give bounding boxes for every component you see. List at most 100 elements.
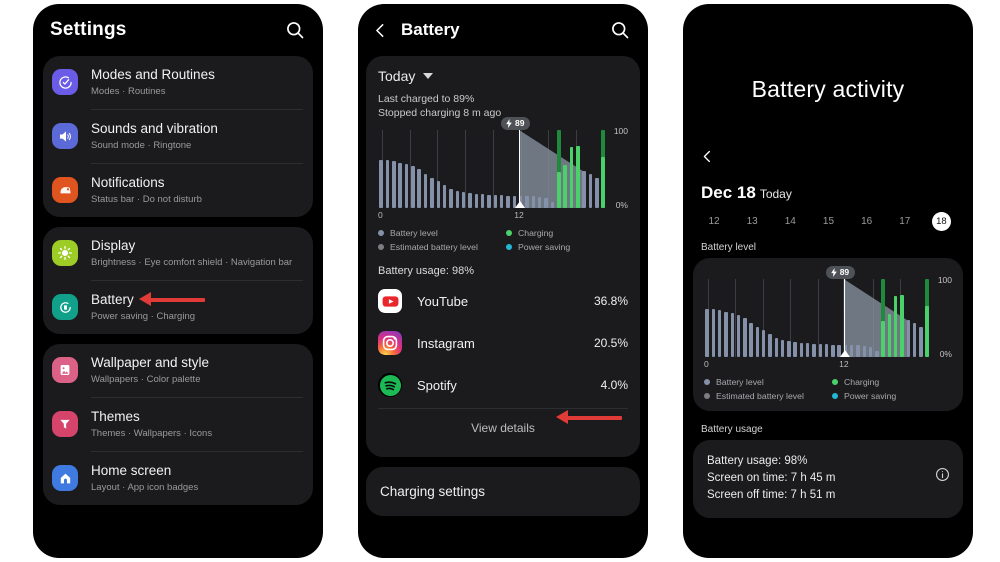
battery-header: Battery <box>358 4 648 56</box>
legend-item-estimated-battery-level: Estimated battery level <box>704 391 832 401</box>
usage-line-screen-on: Screen on time: 7 h 45 m <box>707 472 836 484</box>
chart-bar-battery-level <box>862 346 866 357</box>
x-axis-label-12: 12 <box>514 210 524 220</box>
legend-label: Charging <box>518 228 554 238</box>
x-axis-label-12: 12 <box>839 359 849 369</box>
day-14[interactable]: 14 <box>779 216 801 227</box>
battery-level-card: 89 100 0% 0 12 Battery level Estimated b… <box>693 258 963 411</box>
day-15[interactable]: 15 <box>817 216 839 227</box>
back-chevron-icon[interactable] <box>372 22 389 39</box>
settings-groups: Modes and Routines Modes · Routines Soun… <box>33 56 323 505</box>
chart-bar-battery-level <box>912 323 917 357</box>
selected-date: Dec 18 Today <box>683 169 973 203</box>
chart-bar-charging-fill <box>601 156 605 208</box>
phone-panel-settings: Settings Modes and Routines Modes · Rout… <box>33 4 323 558</box>
legend-item-power-saving: Power saving <box>506 242 570 252</box>
chart-bar-battery-level <box>856 345 860 357</box>
app-percent: 20.5% <box>593 336 628 350</box>
day-17[interactable]: 17 <box>894 216 916 227</box>
legend-swatch <box>832 379 838 385</box>
legend-swatch <box>378 244 384 250</box>
chart-bar-battery-level <box>468 193 472 208</box>
sidebar-item-home-screen[interactable]: Home screen Layout · App icon badges <box>43 452 313 505</box>
chart-bar-battery-level <box>730 313 734 357</box>
y-axis-label-min: 0% <box>939 349 952 359</box>
item-title: Display <box>91 238 136 253</box>
chart-bar-charging-fill <box>925 305 929 357</box>
legend-swatch <box>832 393 838 399</box>
chart-bar-battery-level <box>455 190 460 208</box>
chart-bar-battery-level <box>793 342 797 357</box>
date-main: Dec 18 <box>701 183 756 202</box>
charge-level-value: 89 <box>839 267 850 277</box>
sidebar-item-wallpaper-and-style[interactable]: Wallpaper and style Wallpapers · Color p… <box>43 344 313 397</box>
chart-bar-battery-level <box>385 160 390 208</box>
bolt-icon <box>830 267 837 277</box>
charge-level-value: 89 <box>514 118 525 128</box>
day-13[interactable]: 13 <box>741 216 763 227</box>
info-icon[interactable] <box>935 453 950 487</box>
chart-bar-charging-fill <box>557 172 561 208</box>
item-subtitle: Themes · Wallpapers · Icons <box>91 428 213 439</box>
chart-bar-battery-level <box>743 318 747 357</box>
chart-bar-charging-fill <box>576 145 580 208</box>
legend-label: Power saving <box>844 391 897 401</box>
item-title: Notifications <box>91 175 165 190</box>
home-screen-icon <box>52 465 78 491</box>
back-chevron-icon[interactable] <box>683 103 973 169</box>
item-subtitle: Power saving · Charging <box>91 311 196 322</box>
sidebar-item-display[interactable]: Display Brightness · Eye comfort shield … <box>43 227 313 280</box>
sound-icon <box>52 123 78 149</box>
charging-settings-card[interactable]: Charging settings <box>366 467 640 516</box>
day-12[interactable]: 12 <box>703 216 725 227</box>
item-title: Wallpaper and style <box>91 355 210 370</box>
chart-bar-battery-level <box>449 188 453 208</box>
day-16[interactable]: 16 <box>856 216 878 227</box>
sidebar-item-themes[interactable]: Themes Themes · Wallpapers · Icons <box>43 398 313 451</box>
chart-bar-battery-level <box>755 327 760 357</box>
chart-bar-charging-fill <box>563 165 567 208</box>
current-level-pointer <box>514 201 525 208</box>
list-item-instagram[interactable]: Instagram 20.5% <box>378 322 628 364</box>
app-percent: 4.0% <box>600 378 628 392</box>
search-icon[interactable] <box>285 20 305 40</box>
view-details-button[interactable]: View details <box>378 409 628 446</box>
display-brightness-icon <box>52 240 78 266</box>
current-level-pointer <box>839 350 850 357</box>
chart-bar-battery-level <box>430 178 434 208</box>
app-percent: 36.8% <box>593 294 628 308</box>
item-title: Home screen <box>91 463 172 478</box>
chart-bar-battery-level <box>411 165 415 208</box>
legend-swatch <box>378 230 384 236</box>
section-header-battery-usage: Battery usage <box>701 424 763 435</box>
period-selector[interactable]: Today <box>378 68 628 84</box>
chart-bar-battery-level <box>499 194 504 208</box>
list-item-youtube[interactable]: YouTube 36.8% <box>378 280 628 322</box>
list-item-spotify[interactable]: Spotify 4.0% <box>378 364 628 406</box>
chart-bar-charging-fill <box>569 147 574 208</box>
sidebar-item-battery[interactable]: Battery Power saving · Charging <box>43 281 313 334</box>
annotation-arrow-view-details <box>556 410 622 424</box>
chart-bar-battery-level <box>506 195 510 208</box>
chart-bar-battery-level <box>824 343 829 357</box>
settings-group-3: Wallpaper and style Wallpapers · Color p… <box>43 344 313 505</box>
x-axis-label-0: 0 <box>704 359 709 369</box>
chevron-down-icon <box>423 73 434 79</box>
sidebar-item-modes-and-routines[interactable]: Modes and Routines Modes · Routines <box>43 56 313 109</box>
chart-bar-battery-level <box>818 343 822 357</box>
date-today: Today <box>759 187 792 201</box>
search-icon[interactable] <box>610 20 630 40</box>
chart-bar-battery-level <box>480 193 485 208</box>
item-title: Modes and Routines <box>91 67 215 82</box>
charge-level-badge: 89 <box>500 117 531 130</box>
chart-plot-area: 89 <box>704 266 929 357</box>
day-18-selected[interactable]: 18 <box>931 212 951 231</box>
chart-legend: Battery level Estimated battery level Ch… <box>378 228 628 252</box>
item-subtitle: Sound mode · Ringtone <box>91 140 192 151</box>
sidebar-item-sounds-and-vibration[interactable]: Sounds and vibration Sound mode · Ringto… <box>43 110 313 163</box>
chart-bar-battery-level <box>799 342 804 357</box>
chart-bar-battery-level <box>761 330 766 357</box>
chart-bar-battery-level <box>493 194 498 208</box>
sidebar-item-notifications[interactable]: Notifications Status bar · Do not distur… <box>43 164 313 217</box>
chart-bar-battery-level <box>849 345 854 357</box>
